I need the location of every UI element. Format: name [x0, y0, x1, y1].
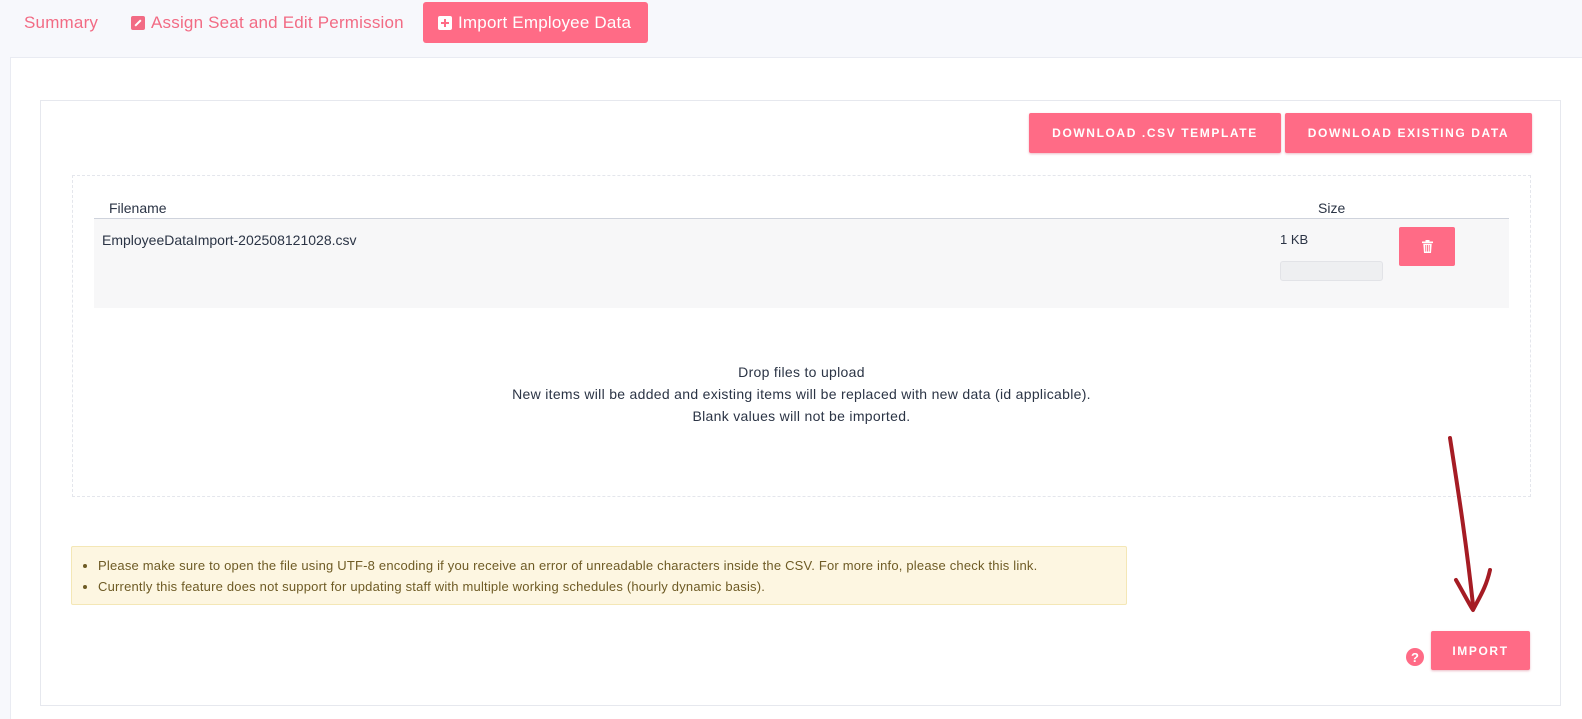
tab-assign-seat[interactable]: Assign Seat and Edit Permission: [131, 2, 404, 43]
notice-item-schedules: Currently this feature does not support …: [98, 576, 1126, 597]
notice-item-utf8: Please make sure to open the file using …: [98, 555, 1126, 576]
download-existing-data-label: DOWNLOAD EXISTING DATA: [1307, 126, 1510, 140]
file-dropzone[interactable]: Filename Size EmployeeDataImport-2025081…: [72, 175, 1531, 497]
import-button-label: IMPORT: [1452, 643, 1509, 658]
table-row: EmployeeDataImport-202508121028.csv 1 KB: [94, 219, 1509, 308]
column-header-filename: Filename: [109, 200, 167, 216]
trash-icon: [1421, 240, 1433, 253]
file-size: 1 KB: [1280, 232, 1309, 247]
delete-file-button[interactable]: [1399, 227, 1455, 266]
tab-assign-label: Assign Seat and Edit Permission: [151, 12, 404, 32]
encoding-notice: Please make sure to open the file using …: [71, 546, 1127, 605]
tab-import-label: Import Employee Data: [458, 12, 632, 32]
notice-list: Please make sure to open the file using …: [98, 555, 1126, 597]
dropzone-title: Drop files to upload: [738, 364, 865, 380]
upload-progress-bar: [1280, 261, 1383, 281]
question-icon[interactable]: ?: [1406, 648, 1424, 666]
column-header-size: Size: [1318, 200, 1346, 216]
tab-summary-label: Summary: [24, 12, 99, 32]
download-csv-template-button[interactable]: DOWNLOAD .CSV TEMPLATE: [1029, 113, 1281, 153]
edit-icon: [131, 15, 145, 30]
dropzone-hint-replace: New items will be added and existing ite…: [512, 386, 1091, 402]
tab-import-employee-data[interactable]: Import Employee Data: [423, 2, 648, 43]
dropzone-hint-blank: Blank values will not be imported.: [692, 408, 911, 424]
download-csv-template-label: DOWNLOAD .CSV TEMPLATE: [1052, 126, 1258, 140]
tab-summary[interactable]: Summary: [24, 2, 98, 43]
file-name: EmployeeDataImport-202508121028.csv: [102, 232, 357, 248]
import-button[interactable]: IMPORT: [1431, 631, 1530, 670]
import-panel: DOWNLOAD .CSV TEMPLATE DOWNLOAD EXISTING…: [40, 100, 1561, 706]
plus-square-icon: [438, 15, 452, 30]
download-existing-data-button[interactable]: DOWNLOAD EXISTING DATA: [1285, 113, 1532, 153]
